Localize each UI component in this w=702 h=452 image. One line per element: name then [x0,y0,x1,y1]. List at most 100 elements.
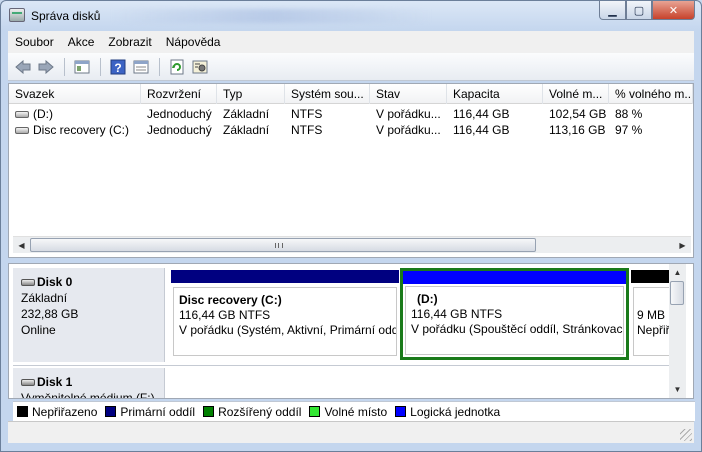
capacity-cell: 116,44 GB [453,107,510,121]
partition-status: Nepřiřazeno [637,323,670,337]
disk-separator [13,365,673,366]
legend-label: Primární oddíl [120,404,196,419]
close-icon: ✕ [668,4,679,17]
column-header-percent-free[interactable]: % volného m... [609,84,693,104]
minimize-button[interactable]: ▁ [599,1,626,20]
filesystem-cell: NTFS [291,107,323,121]
horizontal-scroll-thumb[interactable] [30,238,536,252]
close-button[interactable]: ✕ [652,1,695,20]
show-console-tree-button[interactable] [71,56,93,78]
disk-management-window: Správa disků ▁ ▢ ✕ Soubor Akce Zobrazit … [0,0,702,452]
legend-item-free-space: Volné místo [309,405,387,419]
console-tree-icon [74,60,90,73]
properties-button[interactable] [130,56,152,78]
column-header-type[interactable]: Typ [217,84,285,104]
disk-1-label[interactable]: Disk 1 Vyměnitelné médium (F:) [13,368,165,398]
toolbar-separator [159,57,160,76]
settings-button[interactable] [189,56,211,78]
menu-zobrazit[interactable]: Zobrazit [101,35,158,49]
toolbar: ? [8,53,694,81]
grip-icon [275,243,283,248]
vertical-scroll-thumb[interactable] [670,281,684,305]
legend-label: Volné místo [324,404,388,419]
volume-row[interactable]: Disc recovery (C:) Jednoduchý Základní N… [9,122,693,138]
filesystem-cell: NTFS [291,123,323,137]
settings-icon [192,60,208,73]
partition-disc-recovery-c[interactable]: Disc recovery (C:) 116,44 GB NTFS V pořá… [171,270,399,358]
free-space-cell: 102,54 GB [549,107,607,121]
resize-grip-icon[interactable] [680,429,692,441]
legend-swatch [105,406,117,417]
vertical-scrollbar[interactable]: ▲ ▼ [669,264,686,398]
partition-d-selected[interactable]: (D:) 116,44 GB NTFS V pořádku (Spouštěcí… [400,268,629,360]
menu-napoveda[interactable]: Nápověda [159,35,228,49]
partition-size: 116,44 GB NTFS [179,308,271,322]
volume-name-cell: (D:) [9,106,141,122]
legend-swatch [309,406,321,417]
volume-name: Disc recovery (C:) [33,123,130,137]
back-button[interactable] [12,56,34,78]
layout-cell: Jednoduchý [147,123,212,137]
column-header-free-space[interactable]: Volné m... [543,84,609,104]
legend-swatch [395,406,407,417]
minimize-icon: ▁ [608,4,617,17]
scroll-left-arrow[interactable]: ◀ [13,237,30,254]
triangle-right-icon: ▶ [679,241,686,250]
horizontal-scrollbar[interactable]: ◀ ▶ [13,236,691,253]
triangle-up-icon: ▲ [673,268,682,277]
status-bar [8,421,694,443]
legend-item-logical-drive: Logická jednotka [395,405,500,419]
menu-bar: Soubor Akce Zobrazit Nápověda [8,31,694,53]
disk-management-app-icon [9,8,25,22]
partition-status: V pořádku (Spouštěcí oddíl, Stránkovací … [411,322,624,336]
column-header-filesystem[interactable]: Systém sou... [285,84,370,104]
menu-akce[interactable]: Akce [61,35,102,49]
disk-1-title: Disk 1 [37,375,73,389]
triangle-down-icon: ▼ [673,385,682,394]
partition-name [637,293,670,308]
help-button[interactable]: ? [107,56,129,78]
disk-0-label[interactable]: Disk 0 Základní 232,88 GB Online [13,268,165,362]
svg-text:?: ? [114,61,121,75]
title-background-blur [111,9,431,23]
back-arrow-icon [15,59,31,74]
scroll-up-arrow[interactable]: ▲ [669,264,686,281]
partition-name: (D:) [417,292,438,306]
type-cell: Základní [223,123,270,137]
drive-icon [15,111,29,119]
scroll-down-arrow[interactable]: ▼ [669,381,686,398]
type-cell: Základní [223,107,270,121]
refresh-icon [170,59,184,74]
legend-swatch [203,406,215,417]
scroll-right-arrow[interactable]: ▶ [674,237,691,254]
column-header-layout[interactable]: Rozvržení [141,84,217,104]
column-header-volume[interactable]: Svazek [9,84,141,104]
color-legend: Nepřiřazeno Primární oddíl Rozšířený odd… [13,401,695,421]
partition-unallocated[interactable]: 9 MB Nepřiřazeno [631,270,673,358]
layout-cell: Jednoduchý [147,107,212,121]
column-header-status[interactable]: Stav [370,84,447,104]
volume-row[interactable]: (D:) Jednoduchý Základní NTFS V pořádku.… [9,106,693,122]
volume-list-header: Svazek Rozvržení Typ Systém sou... Stav … [9,84,693,104]
percent-free-cell: 97 % [615,123,643,137]
disk-0-title: Disk 0 [37,275,73,289]
forward-button[interactable] [35,56,57,78]
menu-soubor[interactable]: Soubor [8,35,61,49]
partition-status: V pořádku (Systém, Aktivní, Primární odd… [179,323,397,337]
toolbar-separator [100,57,101,76]
legend-label: Nepřiřazeno [32,404,98,419]
disk-0-type: Základní [21,291,68,305]
title-bar[interactable]: Správa disků ▁ ▢ ✕ [1,1,701,31]
column-header-capacity[interactable]: Kapacita [447,84,543,104]
disk-0-state: Online [21,323,56,337]
window-title: Správa disků [31,9,101,23]
disk-0-size: 232,88 GB [21,307,79,321]
legend-label: Logická jednotka [410,404,501,419]
removable-disk-icon [21,379,35,387]
percent-free-cell: 88 % [615,107,643,121]
maximize-button[interactable]: ▢ [626,1,652,20]
volume-name: (D:) [33,107,53,121]
legend-item-extended-partition: Rozšířený oddíl [203,405,301,419]
refresh-button[interactable] [166,56,188,78]
volume-list: Svazek Rozvržení Typ Systém sou... Stav … [8,83,694,258]
